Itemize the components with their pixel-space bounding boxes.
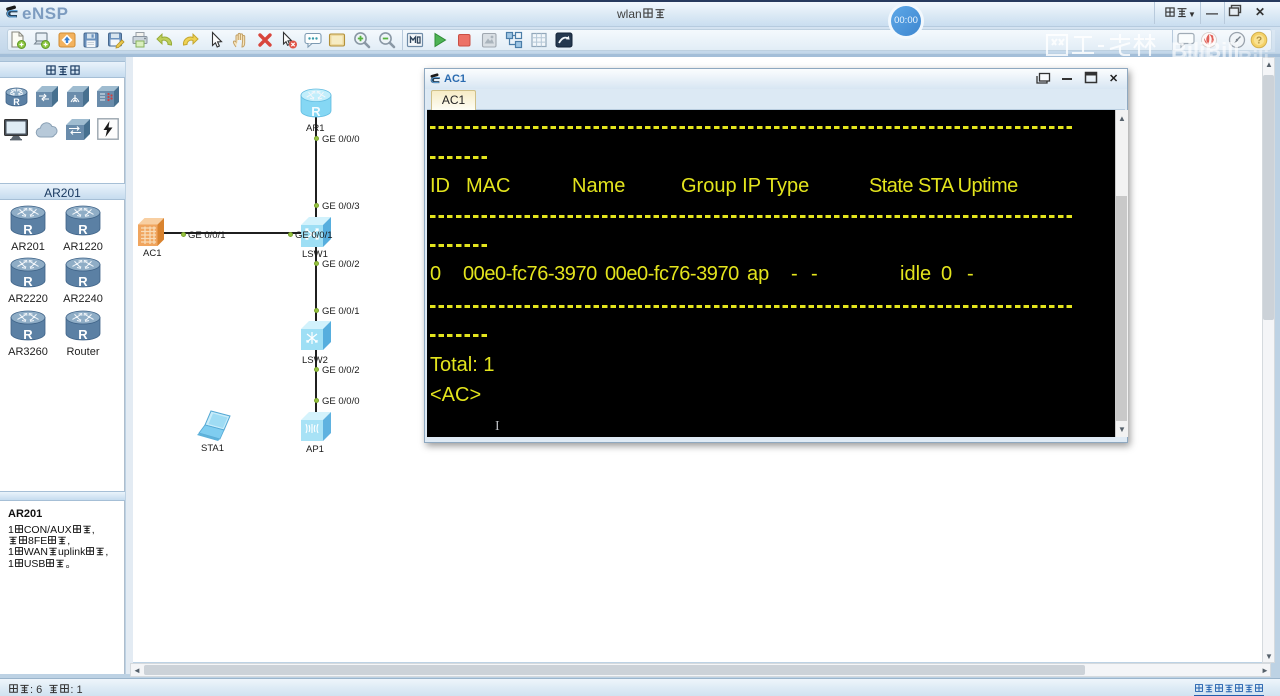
svg-text:R: R: [78, 274, 88, 289]
svg-text:R: R: [23, 274, 33, 289]
svg-text:R: R: [311, 104, 321, 119]
svg-text:R: R: [78, 327, 88, 342]
svg-text:R: R: [13, 97, 20, 107]
svg-text:R: R: [78, 222, 88, 237]
svg-text:R: R: [23, 222, 33, 237]
svg-text:R: R: [23, 327, 33, 342]
